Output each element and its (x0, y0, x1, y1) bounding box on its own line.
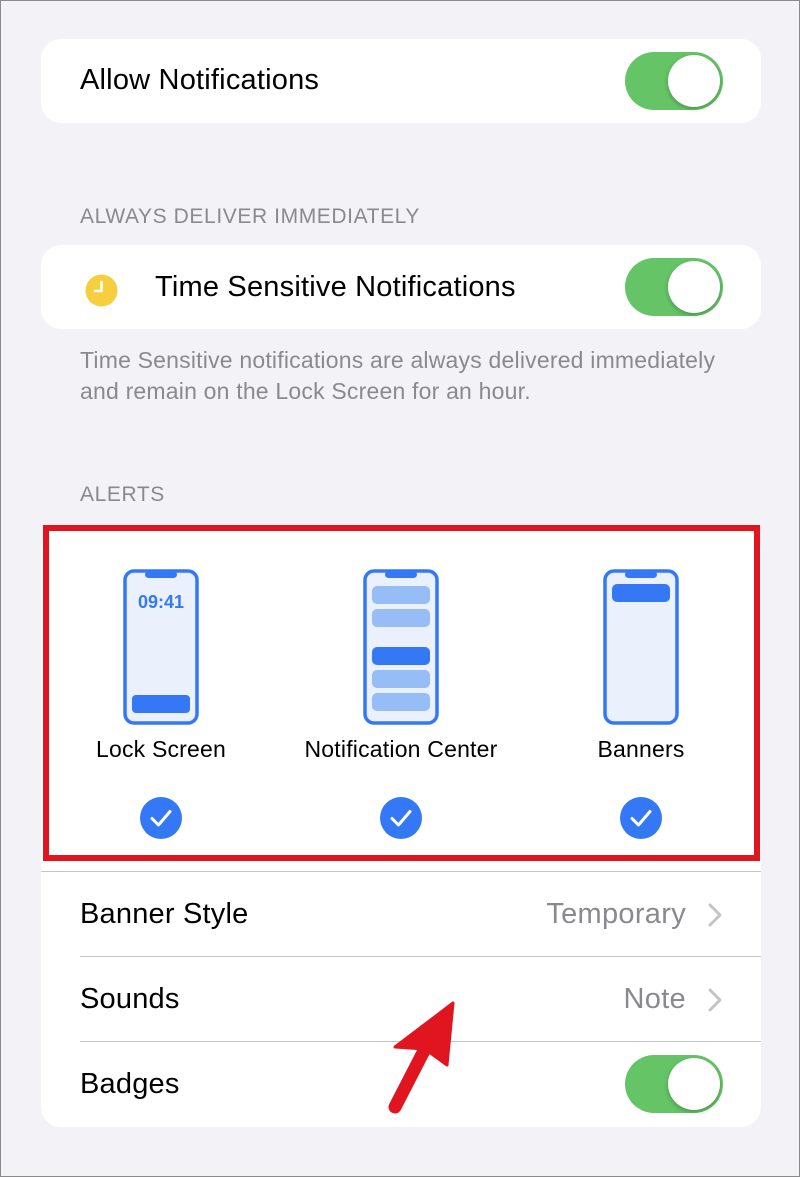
chevron-right-icon (708, 988, 722, 1012)
checkmark-icon (140, 797, 182, 839)
checkmark-icon (620, 797, 662, 839)
allow-notifications-toggle[interactable] (625, 52, 723, 110)
banner-style-label: Banner Style (80, 898, 249, 930)
alert-option-notification-center[interactable]: Notification Center (281, 529, 521, 859)
chevron-right-icon (708, 903, 722, 927)
time-sensitive-toggle[interactable] (625, 258, 723, 316)
sounds-label: Sounds (80, 983, 180, 1015)
toggle-knob (668, 1058, 720, 1110)
checkmark-icon (380, 797, 422, 839)
banner-style-row[interactable]: Banner Style Temporary (41, 872, 761, 956)
banners-phone-icon (603, 569, 679, 725)
alert-option-lock-screen[interactable]: 09:41 Lock Screen (41, 529, 281, 859)
clock-icon (85, 274, 118, 307)
alert-option-banners[interactable]: Banners (521, 529, 761, 859)
allow-notifications-card: Allow Notifications (41, 39, 761, 123)
banner-style-value: Temporary (546, 898, 686, 930)
lock-screen-time: 09:41 (138, 592, 184, 612)
toggle-knob (668, 55, 720, 107)
alerts-header: ALERTS (80, 483, 165, 506)
red-arrow-annotation (388, 1001, 455, 1114)
time-sensitive-label: Time Sensitive Notifications (155, 271, 516, 303)
badges-label: Badges (80, 1068, 180, 1100)
banners-label: Banners (597, 736, 685, 762)
always-deliver-header: ALWAYS DELIVER IMMEDIATELY (80, 205, 421, 228)
badges-toggle[interactable] (625, 1055, 723, 1113)
notification-center-label: Notification Center (304, 736, 498, 762)
time-sensitive-card: Time Sensitive Notifications (41, 245, 761, 329)
allow-notifications-label: Allow Notifications (80, 64, 320, 96)
lock-screen-phone-icon: 09:41 (123, 569, 199, 725)
notification-center-phone-icon (363, 569, 439, 725)
lock-screen-label: Lock Screen (95, 736, 227, 762)
sounds-value: Note (623, 983, 686, 1015)
time-sensitive-footer: Time Sensitive notifications are always … (80, 347, 716, 404)
toggle-knob (668, 261, 720, 313)
